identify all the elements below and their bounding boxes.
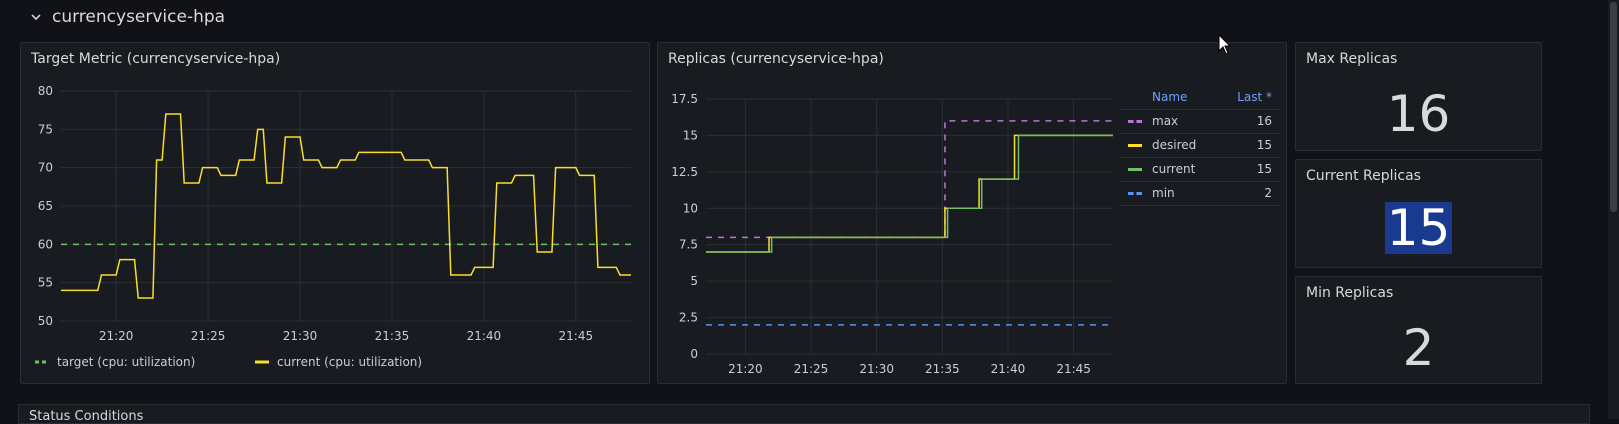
scrollbar[interactable] [1608,0,1619,419]
x-tick-label: 21:45 [1056,362,1091,376]
legend-name: min [1152,186,1175,200]
panel-status-conditions[interactable]: Status Conditions [18,404,1590,424]
legend-table-header: Name Last * [1120,85,1280,110]
legend-last: 15 [1256,138,1272,152]
scrollbar-thumb[interactable] [1610,2,1617,212]
row-header[interactable]: currencyservice-hpa [0,0,1619,38]
stat-value: 16 [1386,85,1451,143]
legend-row-min[interactable]: min 2 [1120,181,1280,206]
y-tick-label: 80 [38,84,53,98]
legend-last: 15 [1256,162,1272,176]
panel-current-replicas[interactable]: Current Replicas 15 [1295,159,1542,268]
x-tick-label: 21:45 [559,329,594,343]
x-tick-label: 21:40 [991,362,1026,376]
target-metric-chart: 50 55 60 65 70 75 80 21:20 21:25 21:30 21:35 21:40 2… [35,84,631,369]
legend-swatch [1128,144,1142,147]
panel-target-metric[interactable]: Target Metric (currencyservice-hpa) 50 55… [20,42,650,384]
mouse-cursor-icon [1218,34,1232,55]
panel-title: Min Replicas [1306,285,1394,301]
legend-last: 2 [1264,186,1272,200]
x-tick-label: 21:20 [99,329,134,343]
panel-title: Status Conditions [29,409,144,424]
x-tick-label: 21:30 [859,362,894,376]
legend-table: Name Last * max 16 desired 15 current 15… [1120,85,1280,206]
panel-title: Current Replicas [1306,168,1421,184]
legend-swatch [1128,168,1142,171]
legend-row-current[interactable]: current 15 [1120,157,1280,182]
y-tick-label: 12.5 [671,165,698,179]
legend-row-desired[interactable]: desired 15 [1120,133,1280,158]
series-line-current [706,134,1113,253]
x-tick-label: 21:25 [794,362,829,376]
x-tick-label: 21:25 [191,329,226,343]
y-tick-label: 10 [683,201,698,215]
chevron-down-icon[interactable] [30,11,42,23]
y-tick-label: 15 [683,128,698,142]
y-tick-label: 70 [38,161,53,175]
legend-swatch [1128,120,1142,123]
y-tick-label: 5 [690,274,698,288]
x-tick-label: 21:30 [283,329,318,343]
stat-value-wrapper: 15 [1296,202,1541,254]
legend-item-label[interactable]: target (cpu: utilization) [57,355,195,369]
y-tick-label: 55 [38,276,53,290]
panel-min-replicas[interactable]: Min Replicas 2 [1295,276,1542,384]
legend-header-last[interactable]: Last * [1237,90,1272,104]
stat-value: 15 [1384,199,1453,257]
y-tick-label: 0 [690,347,698,361]
legend-last: 16 [1256,114,1272,128]
legend-item-label[interactable]: current (cpu: utilization) [277,355,422,369]
legend-header-name[interactable]: Name [1152,90,1187,104]
x-tick-label: 21:20 [728,362,763,376]
y-tick-label: 50 [38,314,53,328]
x-tick-label: 21:40 [467,329,502,343]
x-tick-label: 21:35 [375,329,410,343]
panel-title: Max Replicas [1306,51,1398,67]
series-line-max [706,120,1113,239]
series-line-desired [706,134,1113,253]
stat-value: 2 [1402,319,1435,377]
panel-replicas[interactable]: Replicas (currencyservice-hpa) 0 2.5 5 7.5 1… [657,42,1287,384]
row-title[interactable]: currencyservice-hpa [52,7,225,27]
legend-name: max [1152,114,1179,128]
y-tick-label: 60 [38,237,53,251]
legend-row-max[interactable]: max 16 [1120,109,1280,134]
x-tick-label: 21:35 [925,362,960,376]
legend-swatch [1128,192,1142,195]
y-tick-label: 2.5 [679,311,698,325]
y-tick-label: 65 [38,199,53,213]
y-tick-label: 7.5 [679,238,698,252]
y-tick-label: 17.5 [671,92,698,106]
panel-max-replicas[interactable]: Max Replicas 16 [1295,42,1542,151]
y-tick-label: 75 [38,122,53,136]
legend-name: current [1152,162,1196,176]
legend-name: desired [1152,138,1197,152]
